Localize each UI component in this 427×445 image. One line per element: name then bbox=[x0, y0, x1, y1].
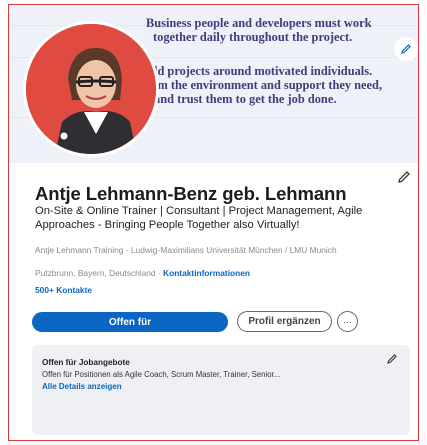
edit-banner-button[interactable] bbox=[394, 37, 418, 61]
banner-quote-line: em the environment and support they need… bbox=[152, 78, 383, 92]
banner-quote-line: together daily throughout the project. bbox=[153, 30, 353, 44]
profile-name: Antje Lehmann-Benz geb. Lehmann bbox=[35, 183, 347, 204]
profile-headline: On-Site & Online Trainer | Consultant | … bbox=[35, 205, 363, 232]
pencil-icon[interactable] bbox=[386, 353, 398, 365]
banner-quote-line: and trust them to get the job done. bbox=[154, 92, 337, 106]
location-text: Putzbrunn, Bayern, Deutschland · bbox=[35, 268, 161, 278]
profile-location: Putzbrunn, Bayern, Deutschland · Kontakt… bbox=[35, 268, 250, 278]
profile-card: Business people and developers must work… bbox=[8, 4, 419, 441]
avatar[interactable] bbox=[23, 21, 159, 157]
pencil-icon bbox=[401, 44, 411, 54]
banner-quote-line: Business people and developers must work bbox=[146, 16, 372, 30]
ellipsis-icon[interactable]: ··· bbox=[337, 311, 358, 332]
open-to-button[interactable]: Offen für bbox=[32, 312, 228, 332]
jobs-description: Offen für Positionen als Agile Coach, Sc… bbox=[42, 370, 281, 379]
jobs-title: Offen für Jobangebote bbox=[42, 358, 130, 367]
pencil-icon[interactable] bbox=[396, 169, 412, 185]
connections-link[interactable]: 500+ Kontakte bbox=[35, 285, 92, 295]
profile-banner[interactable]: Business people and developers must work… bbox=[9, 5, 418, 163]
open-to-work-card: Offen für Jobangebote Offen für Position… bbox=[32, 345, 410, 435]
add-profile-section-button[interactable]: Profil ergänzen bbox=[237, 311, 332, 332]
contact-info-link[interactable]: Kontaktinformationen bbox=[163, 268, 250, 278]
profile-photo bbox=[26, 24, 156, 154]
banner-quote-line: ld projects around motivated individuals… bbox=[154, 64, 373, 78]
profile-education[interactable]: Antje Lehmann Training · Ludwig-Maximili… bbox=[35, 243, 415, 257]
jobs-details-link[interactable]: Alle Details anzeigen bbox=[42, 382, 122, 391]
